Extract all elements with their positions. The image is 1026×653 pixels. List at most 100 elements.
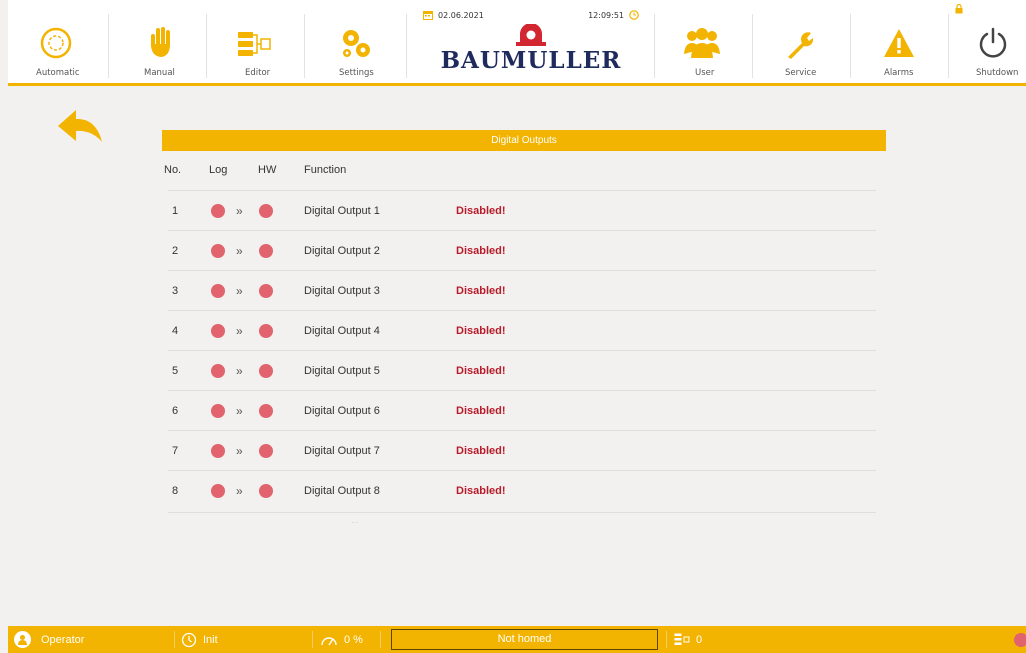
log-state-led [211,204,225,218]
column-header-function: Function [304,164,347,176]
nav-settings-button[interactable]: Settings [305,0,405,83]
forward-arrow-icon: » [236,204,243,218]
column-header-no: No. [164,164,182,176]
log-state-led [211,324,225,338]
table-bottom-divider [168,512,876,513]
forward-arrow-icon: » [236,404,243,418]
nav-manual-label: Manual [144,68,175,78]
row-number: 4 [172,325,179,337]
hw-state-led [259,364,273,378]
nav-editor-button[interactable]: Editor [207,0,303,83]
log-state-led [211,244,225,258]
table-row: 3 » Digital Output 3 Disabled! [168,270,876,310]
nav-user-button[interactable]: User [655,0,751,83]
program-status: 0 [674,626,702,653]
nav-service-label: Service [785,68,817,78]
scroll-indicator: · · [352,520,358,527]
table-row: 4 » Digital Output 4 Disabled! [168,310,876,350]
forward-arrow-icon: » [236,364,243,378]
column-header-hw: HW [258,164,277,176]
nav-alarms-button[interactable]: Alarms [851,0,947,83]
row-number: 6 [172,405,179,417]
table-row: 5 » Digital Output 5 Disabled! [168,350,876,390]
row-function: Digital Output 7 [304,445,380,457]
power-icon [977,26,1009,60]
row-function: Digital Output 3 [304,285,380,297]
top-nav-bar: Automatic Manual Editor Settings 02.06.2… [8,0,1026,86]
avatar [14,631,31,648]
back-arrow-icon [58,110,102,142]
date-text: 02.06.2021 [438,10,484,20]
log-state-led [211,484,225,498]
hw-state-led [259,404,273,418]
hw-state-led [259,484,273,498]
forward-arrow-icon: » [236,324,243,338]
row-status: Disabled! [456,205,506,217]
nav-shutdown-label: Shutdown [976,68,1019,78]
mode-text: Init [203,633,218,646]
hw-state-led [259,244,273,258]
date-display: 02.06.2021 [423,10,484,20]
brand-panel: 02.06.2021 12:09:51 BAUMULLER [408,0,654,83]
speedometer-icon [321,636,337,645]
hw-state-led [259,284,273,298]
nav-shutdown-button[interactable]: Shutdown [949,0,1026,83]
row-number: 3 [172,285,179,297]
table-row: 8 » Digital Output 8 Disabled! [168,470,876,510]
row-function: Digital Output 6 [304,405,380,417]
row-status: Disabled! [456,365,506,377]
log-state-led [211,364,225,378]
row-number: 2 [172,245,179,257]
user-status[interactable]: Operator [14,626,84,653]
row-status: Disabled! [456,405,506,417]
log-state-led [211,284,225,298]
nav-automatic-label: Automatic [36,68,80,78]
nav-settings-label: Settings [339,68,374,78]
row-number: 5 [172,365,179,377]
forward-arrow-icon: » [236,484,243,498]
forward-arrow-icon: » [236,284,243,298]
users-icon [682,26,722,60]
hand-icon [149,26,173,60]
row-function: Digital Output 1 [304,205,380,217]
nav-manual-button[interactable]: Manual [109,0,205,83]
nav-automatic-button[interactable]: Automatic [8,0,104,83]
wrench-icon [785,28,817,62]
user-role-text: Operator [41,633,85,646]
warning-icon [883,26,915,60]
clock-icon [629,10,639,20]
user-icon [18,635,27,645]
table-row: 7 » Digital Output 7 Disabled! [168,430,876,470]
connection-led [1014,633,1026,647]
cycle-icon [181,632,197,647]
override-text: 0 % [344,633,363,646]
hw-state-led [259,444,273,458]
table-title-bar: Digital Outputs [162,130,886,151]
time-display: 12:09:51 [588,10,639,20]
calendar-icon [423,11,433,20]
lock-icon [955,4,963,14]
gears-icon [339,26,373,60]
row-function: Digital Output 8 [304,485,380,497]
nav-service-button[interactable]: Service [753,0,849,83]
nav-editor-label: Editor [245,68,271,78]
table-row: 6 » Digital Output 6 Disabled! [168,390,876,430]
homing-status-box: Not homed [391,629,658,650]
row-number: 7 [172,445,179,457]
nav-user-label: User [695,68,715,78]
back-button[interactable] [56,108,106,150]
program-icon [674,633,690,645]
automatic-icon [40,26,72,60]
hw-state-led [259,324,273,338]
row-number: 8 [172,485,179,497]
row-status: Disabled! [456,245,506,257]
table-row: 2 » Digital Output 2 Disabled! [168,230,876,270]
brand-name: BAUMULLER [440,47,622,74]
baumuller-logo-icon [516,24,546,46]
row-function: Digital Output 5 [304,365,380,377]
row-function: Digital Output 2 [304,245,380,257]
table-row: 1 » Digital Output 1 Disabled! [168,190,876,230]
row-status: Disabled! [456,325,506,337]
log-state-led [211,404,225,418]
row-status: Disabled! [456,445,506,457]
